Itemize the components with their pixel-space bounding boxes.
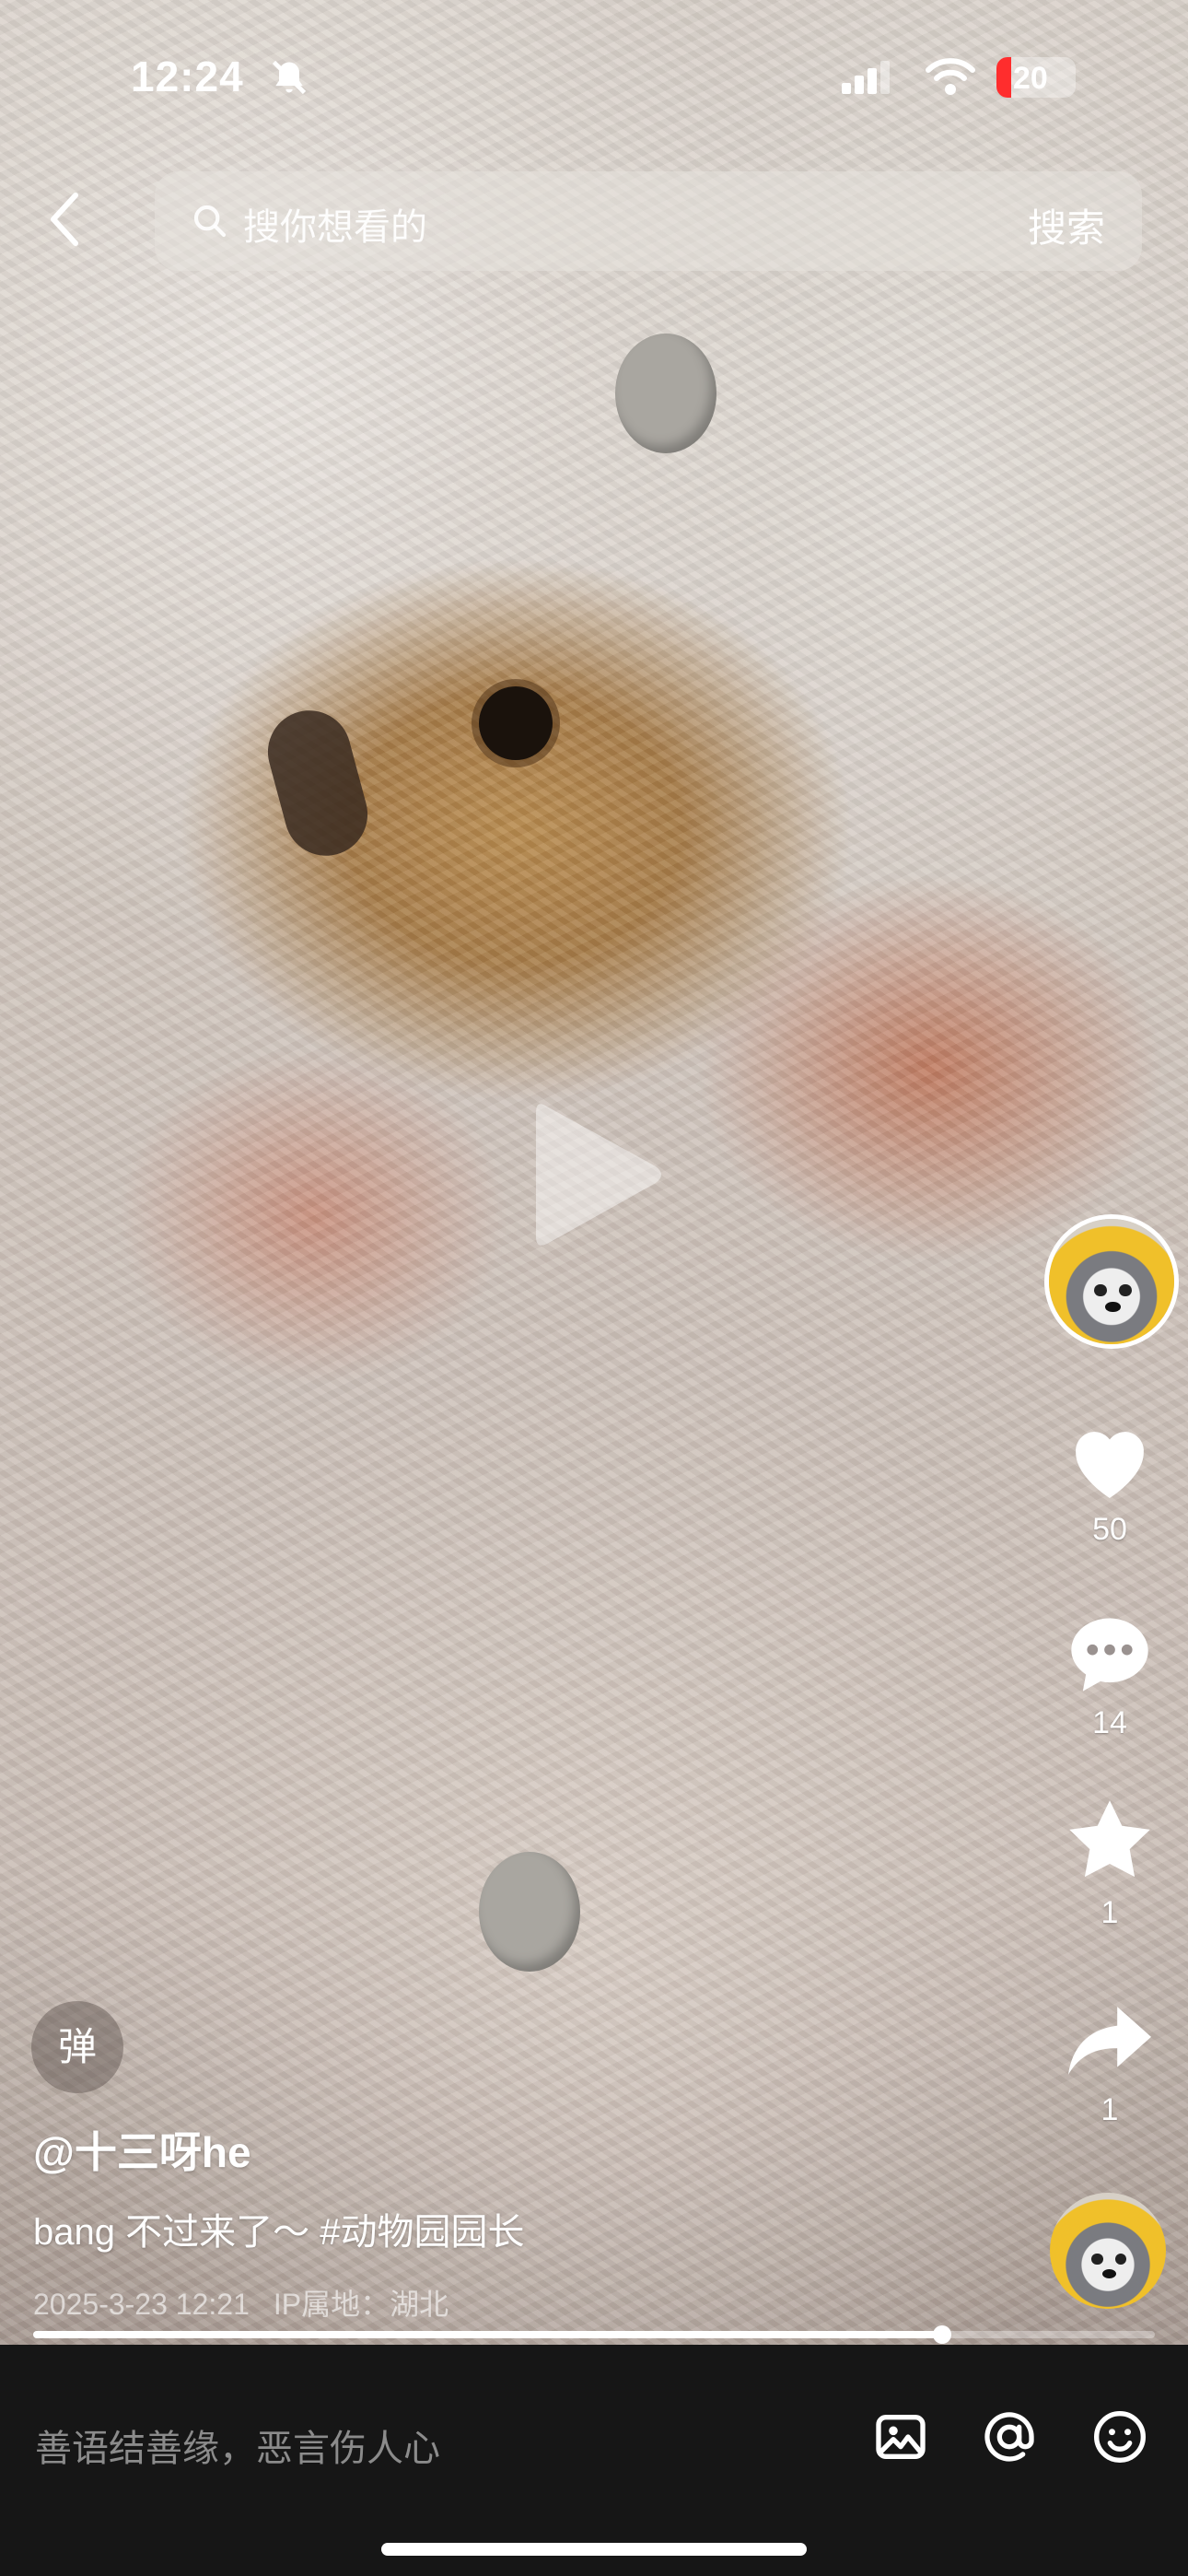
battery-indicator: 20 (996, 57, 1076, 98)
comment-icon (1071, 1618, 1148, 1692)
guinea-pig-eye (479, 686, 553, 760)
emoji-icon[interactable] (1090, 2407, 1149, 2466)
like-button[interactable]: 50 (1059, 1419, 1160, 1548)
share-count: 1 (1101, 2092, 1119, 2127)
share-button[interactable]: 1 (1059, 1999, 1160, 2128)
video-meta: 2025-3-23 12:21 IP属地：湖北 (33, 2281, 448, 2324)
dog-avatar-image (1049, 1219, 1174, 1344)
wifi-icon (926, 58, 975, 95)
ip-location: IP属地：湖北 (273, 2288, 449, 2321)
search-bar[interactable]: 搜你想看的 搜索 (155, 171, 1142, 271)
search-icon (193, 205, 227, 238)
status-bar: 12:24 20 (0, 0, 1188, 111)
play-icon[interactable] (518, 1087, 674, 1262)
bell-slash-icon (272, 60, 307, 95)
comment-count: 14 (1092, 1705, 1127, 1740)
comment-bar: 善语结善缘，恶言伤人心 (0, 2345, 1188, 2576)
share-icon (1068, 2007, 1151, 2075)
at-icon[interactable] (980, 2407, 1039, 2466)
image-icon[interactable] (871, 2407, 930, 2466)
favorite-button[interactable]: 1 (1059, 1797, 1160, 1931)
coat-button (615, 334, 716, 453)
author-name[interactable]: @十三呀he (33, 2119, 251, 2180)
search-button[interactable]: 搜索 (1028, 197, 1105, 253)
signal-icon (842, 61, 890, 94)
heart-icon (1076, 1432, 1144, 1498)
battery-level (996, 57, 1011, 98)
comment-button[interactable]: 14 (1059, 1610, 1160, 1741)
dog-avatar-image (1050, 2193, 1166, 2309)
battery-percent: 20 (1013, 61, 1048, 96)
star-icon (1069, 1800, 1150, 1878)
coat-button (479, 1852, 580, 1972)
video-progress-bar[interactable] (33, 2325, 1155, 2344)
status-time: 12:24 (131, 53, 244, 100)
search-input[interactable]: 搜你想看的 (243, 197, 427, 251)
back-icon[interactable] (44, 190, 85, 249)
like-count: 50 (1092, 1512, 1127, 1547)
progress-fill (33, 2331, 942, 2338)
favorite-count: 1 (1101, 1895, 1119, 1930)
author-avatar[interactable] (1044, 1214, 1179, 1349)
publish-date: 2025-3-23 12:21 (33, 2288, 250, 2321)
home-indicator (381, 2543, 807, 2556)
music-disc-avatar[interactable] (1050, 2193, 1166, 2309)
video-description[interactable]: bang 不过来了～ #动物园园长 (33, 2202, 524, 2255)
danmu-toggle-button[interactable]: 弹 (31, 2001, 123, 2093)
progress-handle[interactable] (932, 2325, 951, 2344)
comment-input[interactable]: 善语结善缘，恶言伤人心 (35, 2418, 440, 2472)
